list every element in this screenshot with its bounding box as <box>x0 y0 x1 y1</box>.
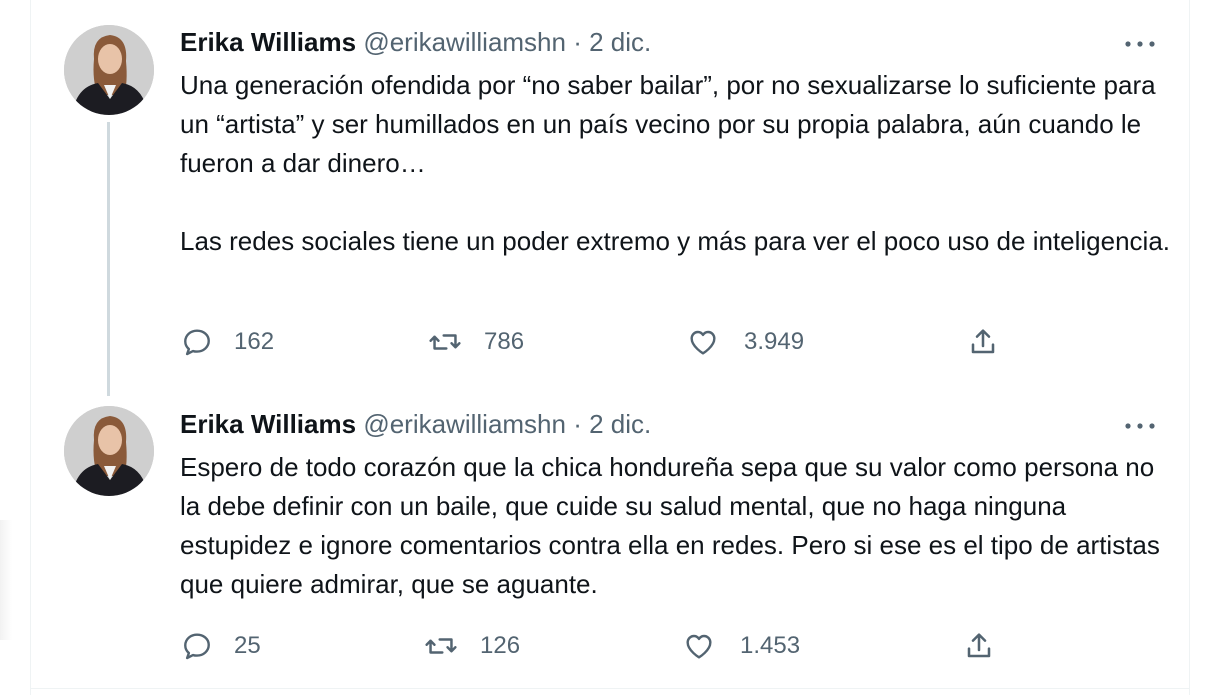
reply-icon <box>180 629 214 663</box>
tweet-text: Una generación ofendida por “no saber ba… <box>180 66 1170 261</box>
tweet-date[interactable]: 2 dic. <box>589 409 651 439</box>
more-options-icon <box>1125 423 1155 429</box>
bottom-divider <box>30 688 1190 689</box>
retweet-count: 126 <box>480 632 521 659</box>
tweet-paragraph: Las redes sociales tiene un poder extrem… <box>180 226 1171 256</box>
more-options-button[interactable] <box>1120 32 1160 56</box>
more-options-icon <box>1125 41 1155 47</box>
left-edge-shadow <box>0 520 12 640</box>
tweet-date[interactable]: 2 dic. <box>589 27 651 57</box>
avatar[interactable] <box>64 25 154 115</box>
tweet-thread-page: Erika Williams @erikawilliamshn · 2 dic.… <box>0 0 1224 695</box>
reply-button[interactable]: 25 <box>180 626 261 666</box>
reply-button[interactable]: 162 <box>180 322 274 362</box>
more-options-button[interactable] <box>1120 414 1160 438</box>
author-name[interactable]: Erika Williams <box>180 27 356 57</box>
tweet-paragraph: Espero de todo corazón que la chica hond… <box>180 452 1160 599</box>
retweet-icon <box>428 325 462 359</box>
tweet-actions: 162 786 3.949 <box>0 322 1224 362</box>
retweet-count: 786 <box>484 328 525 355</box>
reply-count: 25 <box>234 632 261 659</box>
share-button[interactable] <box>962 626 996 666</box>
reply-count: 162 <box>234 328 275 355</box>
like-button[interactable]: 3.949 <box>686 322 804 362</box>
retweet-button[interactable]: 126 <box>424 626 520 666</box>
like-count: 1.453 <box>740 632 801 659</box>
share-icon <box>962 629 996 663</box>
tweet-text: Espero de todo corazón que la chica hond… <box>180 448 1170 604</box>
retweet-icon <box>424 629 458 663</box>
retweet-button[interactable]: 786 <box>428 322 524 362</box>
tweet-header: Erika Williams @erikawilliamshn · 2 dic. <box>180 408 651 440</box>
heart-icon <box>682 629 716 663</box>
heart-icon <box>686 325 720 359</box>
header-separator: · <box>573 409 582 439</box>
share-button[interactable] <box>966 322 1000 362</box>
like-count: 3.949 <box>744 328 805 355</box>
avatar[interactable] <box>64 406 154 496</box>
author-handle[interactable]: @erikawilliamshn <box>363 27 566 57</box>
reply-icon <box>180 325 214 359</box>
tweet-paragraph: Una generación ofendida por “no saber ba… <box>180 70 1156 178</box>
author-handle[interactable]: @erikawilliamshn <box>363 409 566 439</box>
like-button[interactable]: 1.453 <box>682 626 800 666</box>
header-separator: · <box>573 27 582 57</box>
tweet-actions: 25 126 1.453 <box>0 626 1224 666</box>
tweet-header: Erika Williams @erikawilliamshn · 2 dic. <box>180 26 651 58</box>
author-name[interactable]: Erika Williams <box>180 409 356 439</box>
share-icon <box>966 325 1000 359</box>
